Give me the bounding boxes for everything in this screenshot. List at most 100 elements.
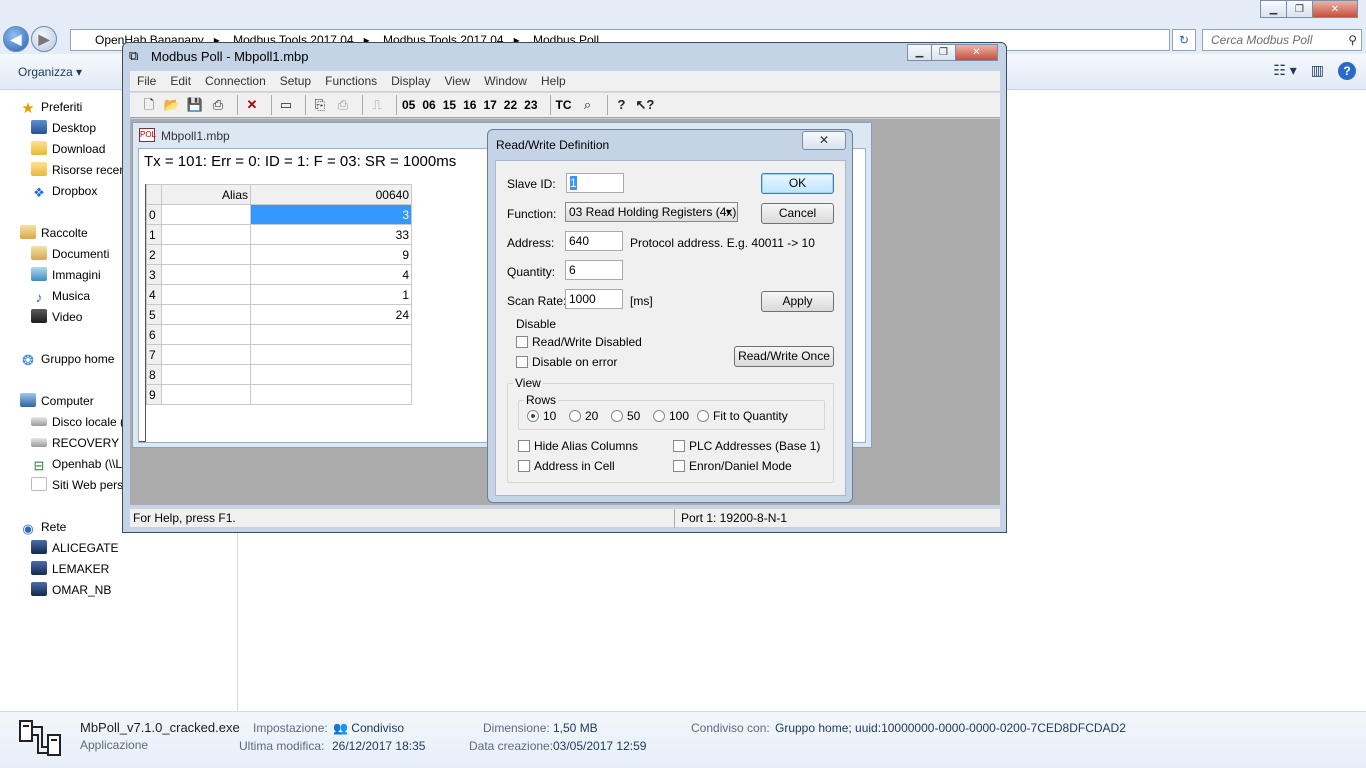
rows-20-radio[interactable]: 20 <box>569 409 598 423</box>
connect-icon[interactable]: ⎘ <box>311 96 329 114</box>
nav-item-local-disk[interactable]: Disco locale (C:) <box>31 412 123 432</box>
alias-cell[interactable] <box>161 224 251 245</box>
read-write-once-button[interactable]: Read/Write Once <box>734 346 834 367</box>
monitor-icon[interactable]: ⌕ <box>579 96 597 114</box>
value-cell[interactable] <box>250 324 412 345</box>
nav-item-documents[interactable]: Documenti <box>31 244 109 264</box>
nav-item-download[interactable]: Download <box>31 139 105 159</box>
search-input[interactable]: Cerca Modbus Poll ⚲ <box>1202 29 1362 51</box>
rows-100-radio[interactable]: 100 <box>653 409 689 423</box>
value-cell[interactable] <box>250 384 412 405</box>
value-cell[interactable]: 1 <box>250 284 412 305</box>
function-23-button[interactable]: 23 <box>524 98 537 112</box>
help-icon[interactable]: ? <box>1338 62 1356 80</box>
menu-setup[interactable]: Setup <box>280 71 311 91</box>
pulse-icon[interactable]: ⎍ <box>368 96 386 114</box>
function-select[interactable]: 03 Read Holding Registers (4x) ▼ <box>565 202 738 222</box>
alias-column-header[interactable]: Alias <box>161 184 251 205</box>
value-cell[interactable]: 3 <box>250 204 412 225</box>
function-06-button[interactable]: 06 <box>422 98 435 112</box>
modbus-maximize-button[interactable]: ❐ <box>931 44 956 61</box>
nav-item-recent[interactable]: Risorse recenti <box>31 160 132 180</box>
save-icon[interactable]: 💾 <box>186 96 204 114</box>
menu-view[interactable]: View <box>445 71 471 91</box>
delete-icon[interactable]: ✕ <box>243 96 261 114</box>
read-write-disabled-checkbox[interactable]: Read/Write Disabled <box>516 335 642 349</box>
alias-cell[interactable] <box>161 324 251 345</box>
value-cell[interactable]: 9 <box>250 244 412 265</box>
address-column-header[interactable]: 00640 <box>250 184 412 205</box>
table-row[interactable]: 1 33 <box>146 224 412 245</box>
disconnect-icon[interactable]: ⎙ <box>334 96 352 114</box>
nav-homegroup[interactable]: ❂ Gruppo home <box>20 349 114 369</box>
table-row[interactable]: 29 <box>146 244 412 265</box>
nav-item-desktop[interactable]: Desktop <box>31 118 96 138</box>
menu-file[interactable]: File <box>137 71 156 91</box>
menu-edit[interactable]: Edit <box>170 71 191 91</box>
nav-item-lemaker[interactable]: LEMAKER <box>31 559 109 579</box>
modbus-minimize-button[interactable]: ▁ <box>907 44 932 61</box>
explorer-close-button[interactable]: ✕ <box>1312 0 1358 18</box>
alias-cell[interactable] <box>161 304 251 325</box>
quantity-field[interactable]: 6 <box>565 260 623 280</box>
table-row[interactable]: 8 <box>146 364 412 385</box>
nav-item-music[interactable]: ♪ Musica <box>31 286 91 306</box>
value-cell[interactable]: 33 <box>250 224 412 245</box>
table-row[interactable]: 9 <box>146 384 412 405</box>
context-help-icon[interactable]: ↖? <box>636 96 655 114</box>
rows-50-radio[interactable]: 50 <box>611 409 640 423</box>
nav-item-recovery[interactable]: RECOVERY (D:) <box>31 433 123 453</box>
value-cell[interactable] <box>250 364 412 385</box>
alias-cell[interactable] <box>161 204 251 225</box>
search-icon[interactable]: ⚲ <box>1348 30 1357 50</box>
address-in-cell-checkbox[interactable]: Address in Cell <box>518 459 615 473</box>
ok-button[interactable]: OK <box>761 173 834 194</box>
disable-on-error-checkbox[interactable]: Disable on error <box>516 355 617 369</box>
slave-id-field[interactable]: 1 <box>566 173 624 193</box>
plc-addresses-checkbox[interactable]: PLC Addresses (Base 1) <box>673 439 820 453</box>
function-05-button[interactable]: 05 <box>402 98 415 112</box>
hide-alias-checkbox[interactable]: Hide Alias Columns <box>518 439 638 453</box>
address-field[interactable]: 640 <box>565 231 623 251</box>
modbus-close-button[interactable]: ✕ <box>955 44 998 61</box>
function-16-button[interactable]: 16 <box>463 98 476 112</box>
value-cell[interactable]: 24 <box>250 304 412 325</box>
table-row[interactable]: 7 <box>146 344 412 365</box>
rows-10-radio[interactable]: 10 <box>527 409 556 423</box>
explorer-maximize-button[interactable]: ❐ <box>1286 0 1313 18</box>
menu-window[interactable]: Window <box>484 71 527 91</box>
nav-item-images[interactable]: Immagini <box>31 265 101 285</box>
nav-network[interactable]: ◉ Rete <box>20 517 66 537</box>
cancel-button[interactable]: Cancel <box>761 203 834 224</box>
table-row[interactable]: 34 <box>146 264 412 285</box>
value-cell[interactable] <box>250 344 412 365</box>
nav-item-openhab[interactable]: ⊟Openhab (\\LEMAKER) <box>31 454 123 474</box>
help-question-icon[interactable]: ? <box>613 96 631 114</box>
menu-display[interactable]: Display <box>391 71 430 91</box>
window-icon[interactable]: ▭ <box>277 96 295 114</box>
alias-cell[interactable] <box>161 284 251 305</box>
nav-libraries[interactable]: Raccolte <box>20 223 88 243</box>
function-17-button[interactable]: 17 <box>483 98 496 112</box>
traffic-button[interactable]: TC <box>556 98 572 112</box>
nav-item-omar-nb[interactable]: OMAR_NB <box>31 580 111 600</box>
table-row[interactable]: 5 24 <box>146 304 412 325</box>
apply-button[interactable]: Apply <box>761 291 834 312</box>
alias-cell[interactable] <box>161 344 251 365</box>
nav-favorites[interactable]: ★ Preferiti <box>20 97 82 117</box>
table-row[interactable]: 41 <box>146 284 412 305</box>
explorer-minimize-button[interactable]: ▁ <box>1260 0 1287 18</box>
menu-functions[interactable]: Functions <box>325 71 377 91</box>
nav-computer[interactable]: Computer <box>20 391 94 411</box>
value-cell[interactable]: 4 <box>250 264 412 285</box>
new-file-icon[interactable]: 🗋 <box>140 96 158 114</box>
organize-menu-button[interactable]: Organizza ▾ <box>18 65 82 79</box>
view-options-icon[interactable]: ☷ ▾ <box>1273 62 1296 80</box>
alias-cell[interactable] <box>161 244 251 265</box>
alias-cell[interactable] <box>161 384 251 405</box>
function-15-button[interactable]: 15 <box>443 98 456 112</box>
open-folder-icon[interactable]: 📂 <box>163 96 181 114</box>
menu-connection[interactable]: Connection <box>205 71 266 91</box>
nav-item-video[interactable]: Video <box>31 307 82 327</box>
rows-fit-radio[interactable]: Fit to Quantity <box>697 409 788 423</box>
